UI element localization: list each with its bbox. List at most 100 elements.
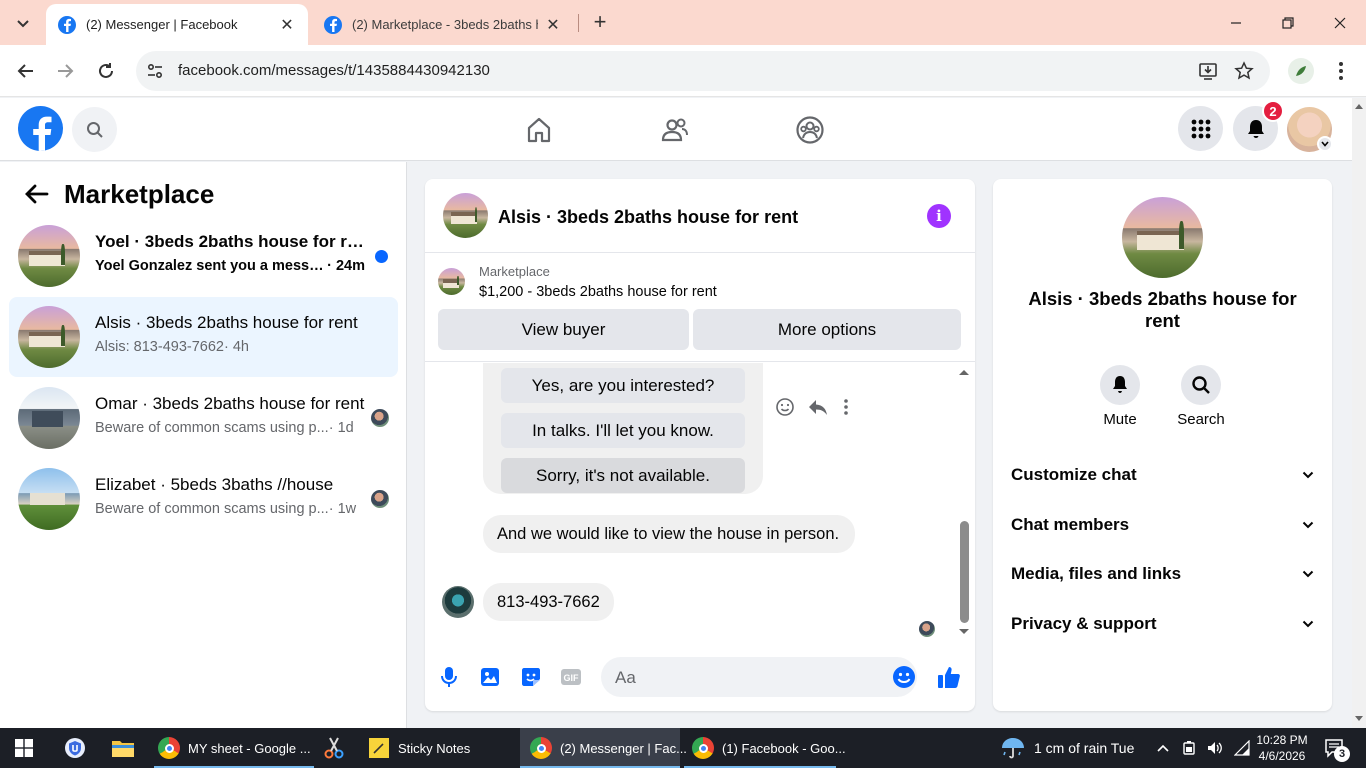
back-arrow-icon[interactable] [24, 181, 50, 207]
close-icon [1334, 17, 1346, 28]
scroll-up-icon[interactable] [957, 367, 971, 377]
windows-taskbar: MY sheet - Google ... Sticky Notes (2) M… [0, 728, 1366, 768]
taskbar-app-file-explorer[interactable] [111, 728, 135, 768]
listing-thumbnail [18, 306, 80, 368]
browser-menu-button[interactable] [1330, 59, 1352, 83]
minimize-button[interactable] [1210, 0, 1262, 45]
close-window-button[interactable] [1314, 0, 1366, 45]
reload-button[interactable] [92, 57, 120, 85]
extension-icon[interactable] [1288, 58, 1314, 84]
svg-text:GIF: GIF [564, 673, 580, 683]
groups-nav-button[interactable] [790, 110, 830, 150]
facebook-logo-icon[interactable] [18, 106, 63, 151]
media-files-section[interactable]: Media, files and links [1011, 559, 1314, 589]
sender-avatar [442, 586, 474, 618]
bookmark-star-icon[interactable] [1234, 61, 1254, 81]
message-input[interactable]: Aa [601, 657, 917, 697]
search-icon [1181, 365, 1221, 405]
conversation-item-elizabet[interactable]: Elizabet · 5beds 3baths //house Beware o… [9, 459, 398, 539]
more-vertical-icon[interactable] [843, 398, 849, 416]
conversation-item-omar[interactable]: Omar · 3beds 2baths house for rent Bewar… [9, 378, 398, 458]
photo-icon[interactable] [478, 665, 502, 689]
listing-photo[interactable] [1122, 197, 1203, 278]
taskbar-app-sticky-notes[interactable]: Sticky Notes [364, 728, 514, 768]
message-list: Yes, are you interested? In talks. I'll … [425, 363, 975, 641]
tab-marketplace[interactable]: (2) Marketplace - 3beds 2baths house for… [312, 4, 574, 45]
reply-icon[interactable] [807, 397, 829, 417]
home-nav-button[interactable] [519, 110, 559, 150]
quick-reply-option[interactable]: In talks. I'll let you know. [501, 413, 745, 448]
install-app-icon[interactable] [1198, 61, 1218, 81]
quick-reply-option[interactable]: Sorry, it's not available. [501, 458, 745, 493]
close-tab-icon[interactable]: ✕ [544, 16, 562, 34]
menu-grid-button[interactable] [1178, 106, 1223, 151]
chevron-up-icon[interactable] [1156, 743, 1170, 753]
page-scrollbar[interactable] [1352, 98, 1366, 728]
conversation-item-yoel[interactable]: Yoel · 3beds 2baths house for rent Yoel … [9, 216, 398, 296]
action-center-button[interactable]: 3 [1324, 728, 1350, 768]
address-bar[interactable]: facebook.com/messages/t/1435884430942130 [136, 51, 1270, 91]
facebook-search-button[interactable] [72, 107, 117, 152]
section-label: Chat members [1011, 515, 1130, 534]
umbrella-rain-icon [1002, 738, 1024, 759]
listing-title[interactable]: $1,200 - 3beds 2baths house for rent [479, 284, 717, 300]
taskbar-app-vpn[interactable] [63, 728, 87, 768]
more-options-button[interactable]: More options [693, 309, 961, 350]
details-title: Alsis · 3beds 2baths house for rent [1028, 288, 1297, 331]
scroll-up-icon[interactable] [1352, 101, 1366, 111]
site-settings-icon[interactable] [146, 62, 164, 80]
chat-listing-thumbnail[interactable] [443, 193, 488, 238]
chat-title[interactable]: Alsis · 3beds 2baths house for rent [498, 207, 798, 228]
sticker-icon[interactable] [519, 665, 543, 689]
conversation-item-alsis[interactable]: Alsis · 3beds 2baths house for rent Alsi… [9, 297, 398, 377]
taskbar-app-chrome-sheet[interactable]: MY sheet - Google ... [154, 728, 314, 768]
back-button[interactable] [12, 57, 40, 85]
message-bubble: And we would like to view the house in p… [483, 515, 855, 553]
taskbar-app-snipping[interactable] [320, 728, 348, 768]
customize-chat-section[interactable]: Customize chat [1011, 460, 1314, 490]
battery-icon[interactable] [1182, 740, 1196, 756]
restore-icon [1282, 16, 1294, 29]
forward-button[interactable] [51, 57, 79, 85]
marketplace-listing-card: Marketplace $1,200 - 3beds 2baths house … [425, 254, 975, 362]
section-label: Privacy & support [1011, 614, 1157, 633]
tab-search-button[interactable] [8, 8, 38, 38]
restore-button[interactable] [1262, 0, 1314, 45]
bell-icon [1247, 119, 1264, 138]
tab-messenger[interactable]: (2) Messenger | Facebook ✕ [46, 4, 308, 45]
chrome-icon [530, 737, 552, 759]
browser-tab-strip: (2) Messenger | Facebook ✕ (2) Marketpla… [0, 0, 1366, 45]
clock[interactable]: 10:28 PM 4/6/2026 [1250, 728, 1314, 768]
mute-label: Mute [1103, 411, 1137, 428]
new-tab-button[interactable]: + [588, 9, 612, 34]
emoji-icon[interactable] [892, 665, 916, 689]
start-button[interactable] [12, 728, 36, 768]
section-label: Media, files and links [1011, 564, 1182, 583]
mute-action[interactable]: Mute [1085, 365, 1155, 428]
microphone-icon[interactable] [437, 665, 461, 689]
chevron-down-icon [17, 20, 29, 28]
volume-icon[interactable] [1206, 740, 1224, 756]
gif-icon[interactable]: GIF [559, 665, 583, 689]
network-icon[interactable] [1234, 740, 1250, 756]
privacy-support-section[interactable]: Privacy & support [1011, 609, 1314, 639]
weather-widget[interactable]: 1 cm of rain Tue [1000, 728, 1134, 768]
taskbar-app-chrome-messenger[interactable]: (2) Messenger | Fac... [520, 728, 687, 768]
scroll-down-icon[interactable] [1352, 714, 1366, 724]
conversation-snippet: Alsis: 813-493-7662 · 4h [95, 339, 249, 355]
chat-members-section[interactable]: Chat members [1011, 510, 1314, 540]
scroll-down-icon[interactable] [957, 627, 971, 637]
chevron-down-icon [1302, 620, 1314, 628]
close-tab-icon[interactable]: ✕ [278, 16, 296, 34]
info-icon[interactable]: i [927, 204, 951, 228]
chevron-down-icon[interactable] [1317, 136, 1333, 152]
emoji-react-icon[interactable] [775, 397, 795, 417]
quick-reply-option[interactable]: Yes, are you interested? [501, 368, 745, 403]
friends-nav-button[interactable] [655, 110, 695, 150]
taskbar-app-chrome-facebook[interactable]: (1) Facebook - Goo... [684, 728, 846, 768]
thumbs-up-icon[interactable] [937, 665, 961, 689]
view-buyer-button[interactable]: View buyer [438, 309, 689, 350]
chevron-down-icon [1302, 521, 1314, 529]
scrollbar-thumb[interactable] [960, 521, 969, 623]
search-action[interactable]: Search [1166, 365, 1236, 428]
